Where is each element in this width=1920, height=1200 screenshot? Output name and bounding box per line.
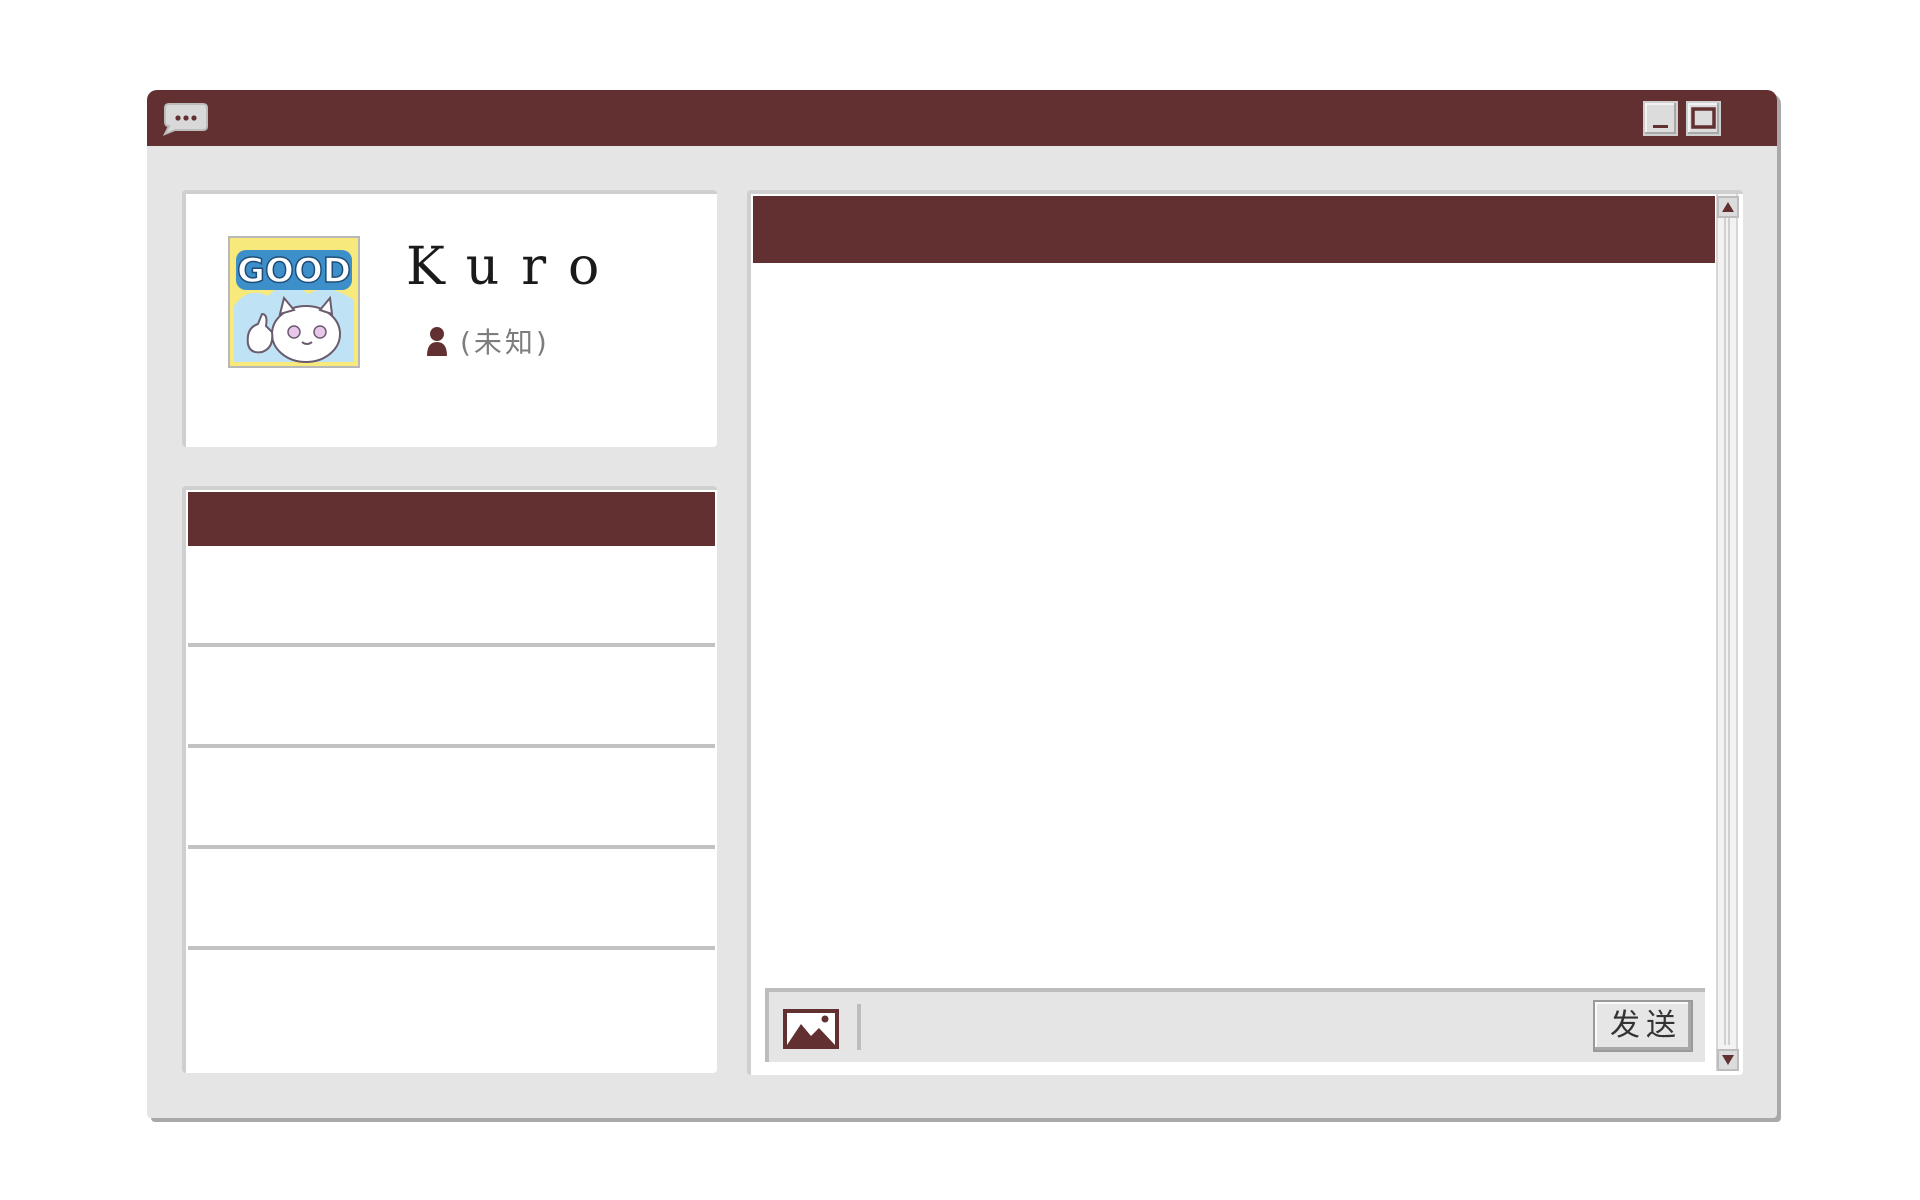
avatar-good-text: GOOD bbox=[237, 251, 351, 291]
gender-label: (未知) bbox=[460, 326, 550, 359]
good-cat-sticker-avatar[interactable]: GOOD bbox=[228, 236, 360, 368]
image-icon[interactable] bbox=[783, 1008, 839, 1050]
chat-scrollbar[interactable] bbox=[1716, 194, 1739, 1071]
person-icon bbox=[427, 327, 447, 356]
chat-bubble-icon bbox=[162, 103, 208, 136]
send-button[interactable]: 发送 bbox=[1593, 1000, 1693, 1052]
input-divider bbox=[857, 1004, 861, 1050]
arrow-down-icon bbox=[1722, 1055, 1734, 1065]
username: Kuro bbox=[406, 237, 622, 297]
list-item[interactable] bbox=[188, 750, 715, 849]
scroll-down-button[interactable] bbox=[1717, 1049, 1739, 1071]
chat-header bbox=[753, 196, 1715, 263]
arrow-up-icon bbox=[1722, 202, 1734, 212]
list-item[interactable] bbox=[188, 649, 715, 748]
message-input[interactable] bbox=[869, 1000, 1533, 1054]
list-item[interactable] bbox=[188, 952, 715, 1066]
maximize-button[interactable] bbox=[1686, 101, 1721, 136]
message-input-bar: 发送 bbox=[765, 988, 1705, 1062]
profile-card: GOOD Kuro (未知) bbox=[182, 190, 717, 447]
title-bar[interactable] bbox=[147, 90, 1777, 146]
minimize-button[interactable] bbox=[1643, 101, 1678, 136]
contact-list-panel bbox=[182, 486, 717, 1073]
minimize-icon bbox=[1653, 125, 1668, 128]
chat-window: GOOD Kuro (未知) 发送 bbox=[147, 90, 1777, 1118]
scroll-track[interactable] bbox=[1724, 218, 1730, 1045]
gender-row: (未知) bbox=[426, 324, 550, 359]
contact-list-header bbox=[188, 492, 715, 546]
chat-panel: 发送 bbox=[747, 190, 1743, 1075]
list-item[interactable] bbox=[188, 851, 715, 950]
maximize-icon bbox=[1691, 107, 1716, 129]
list-item[interactable] bbox=[188, 548, 715, 647]
scroll-up-button[interactable] bbox=[1717, 196, 1739, 218]
